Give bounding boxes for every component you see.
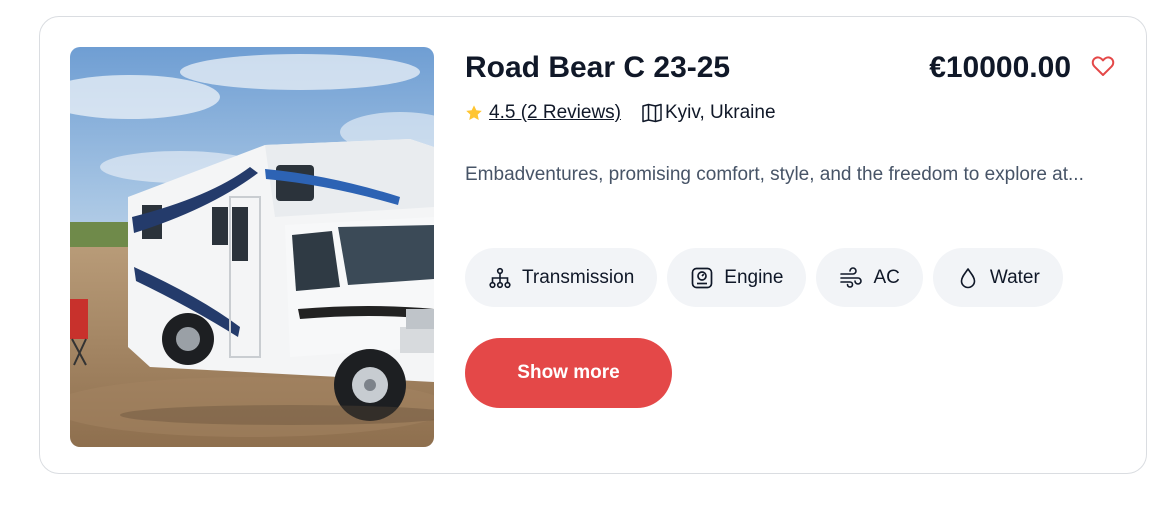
feature-chip-ac: AC bbox=[816, 248, 923, 307]
camper-card: Road Bear C 23-25 €10000.00 4.5 (2 Revie… bbox=[39, 16, 1147, 474]
feature-label: AC bbox=[873, 266, 900, 288]
favorite-heart-icon[interactable] bbox=[1090, 53, 1116, 79]
feature-chip-water: Water bbox=[932, 248, 1063, 307]
listing-description: Embadventures, promising comfort, style,… bbox=[465, 164, 1084, 185]
wind-icon bbox=[840, 266, 863, 288]
location-text: Kyiv, Ukraine bbox=[665, 102, 776, 123]
feature-label: Engine bbox=[724, 266, 784, 288]
transmission-icon bbox=[489, 267, 511, 288]
water-drop-icon bbox=[960, 267, 976, 288]
star-icon bbox=[466, 105, 482, 121]
feature-chip-transmission: Transmission bbox=[465, 248, 658, 307]
camper-photo bbox=[70, 47, 434, 447]
rating-reviews-link[interactable]: 4.5 (2 Reviews) bbox=[489, 102, 621, 124]
feature-label: Transmission bbox=[522, 266, 635, 288]
listing-title: Road Bear C 23-25 bbox=[465, 51, 731, 84]
feature-chip-engine: Engine bbox=[667, 248, 807, 307]
feature-label: Water bbox=[989, 266, 1040, 288]
listing-meta: 4.5 (2 Reviews) Kyiv, Ukraine bbox=[465, 101, 776, 125]
show-more-button[interactable]: Show more bbox=[465, 338, 672, 408]
engine-icon bbox=[691, 267, 713, 288]
feature-chips: Transmission Engine AC Water bbox=[465, 248, 1063, 307]
map-icon bbox=[642, 103, 662, 123]
listing-price: €10000.00 bbox=[929, 51, 1071, 84]
